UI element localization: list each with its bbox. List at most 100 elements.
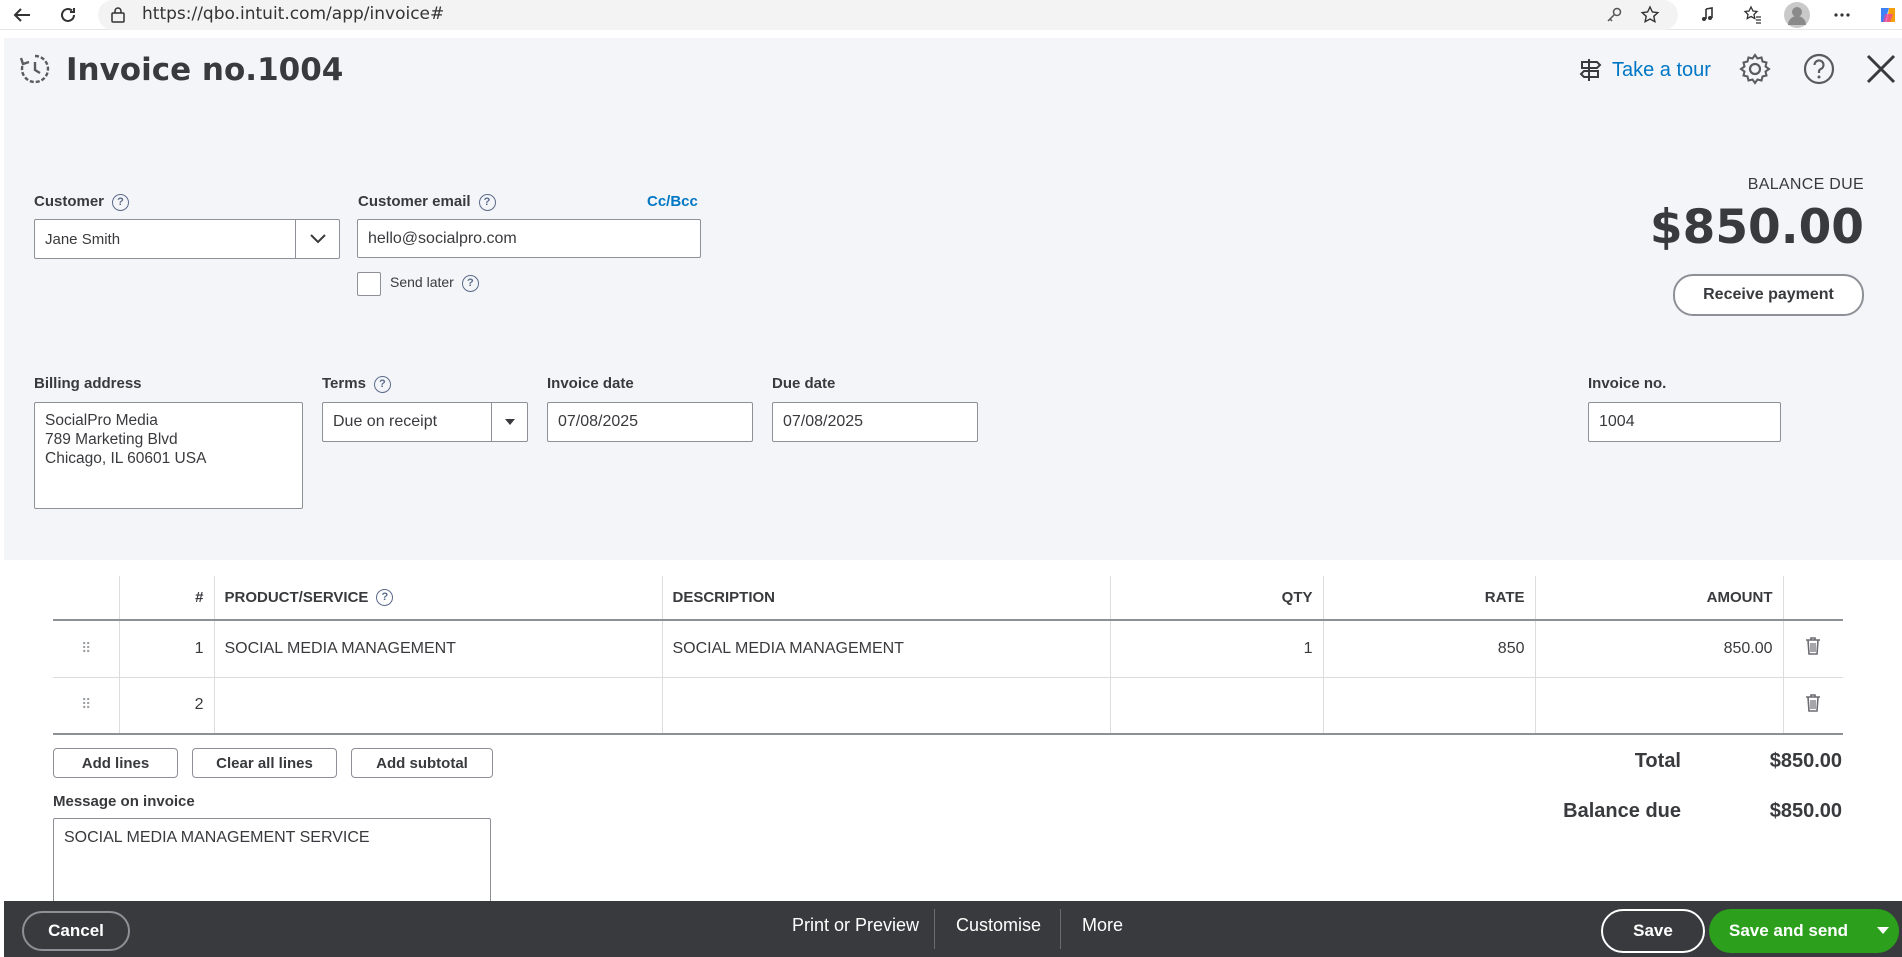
drag-handle[interactable]: ⠿ bbox=[53, 620, 120, 678]
drag-handle-icon: ⠿ bbox=[81, 696, 91, 713]
terms-label-text: Terms bbox=[322, 375, 366, 392]
customer-value: Jane Smith bbox=[45, 230, 121, 248]
description-cell[interactable]: SOCIAL MEDIA MANAGEMENT bbox=[662, 620, 1111, 678]
column-header-rate: RATE bbox=[1323, 576, 1536, 621]
delete-row-button[interactable] bbox=[1783, 620, 1843, 678]
description-cell[interactable] bbox=[662, 677, 1111, 735]
total-value: $850.00 bbox=[1769, 750, 1842, 772]
favorite-star-icon[interactable] bbox=[1638, 3, 1662, 27]
table-row[interactable]: ⠿ 2 bbox=[53, 677, 1843, 735]
total-label: Total bbox=[1634, 750, 1681, 772]
drag-handle[interactable]: ⠿ bbox=[53, 677, 120, 735]
terms-value: Due on receipt bbox=[333, 413, 438, 430]
customer-label-text: Customer bbox=[34, 193, 105, 210]
due-date-label: Due date bbox=[772, 375, 836, 392]
message-textarea[interactable]: SOCIAL MEDIA MANAGEMENT SERVICE bbox=[53, 818, 491, 908]
billing-line-3: Chicago, IL 60601 USA bbox=[45, 450, 207, 467]
qty-cell[interactable]: 1 bbox=[1110, 620, 1324, 678]
url-text: https://qbo.intuit.com/app/invoice# bbox=[142, 4, 445, 24]
terms-select[interactable]: Due on receipt bbox=[322, 402, 528, 442]
customer-label: Customer? bbox=[34, 193, 130, 211]
customer-dropdown-toggle[interactable] bbox=[295, 220, 339, 258]
balance-due-amount: $850.00 bbox=[1649, 200, 1864, 255]
settings-gear-icon[interactable] bbox=[1738, 52, 1772, 86]
add-lines-button[interactable]: Add lines bbox=[53, 748, 178, 778]
billing-line-1: SocialPro Media bbox=[45, 412, 158, 429]
cancel-button[interactable]: Cancel bbox=[22, 911, 130, 951]
qty-cell[interactable] bbox=[1110, 677, 1324, 735]
table-header-row: # PRODUCT/SERVICE? DESCRIPTION QTY RATE … bbox=[53, 576, 1843, 621]
more-button[interactable]: More bbox=[1082, 915, 1123, 936]
receive-payment-button[interactable]: Receive payment bbox=[1673, 274, 1864, 316]
customer-help-icon[interactable]: ? bbox=[112, 193, 130, 211]
save-button[interactable]: Save bbox=[1601, 909, 1705, 953]
cc-bcc-link[interactable]: Cc/Bcc bbox=[647, 193, 698, 210]
due-date-value: 07/08/2025 bbox=[783, 413, 864, 430]
take-tour-link[interactable]: Take a tour bbox=[1576, 56, 1711, 84]
key-icon[interactable] bbox=[1602, 3, 1626, 27]
customise-button[interactable]: Customise bbox=[956, 915, 1041, 936]
rate-cell[interactable]: 850 bbox=[1323, 620, 1536, 678]
customer-select[interactable]: Jane Smith bbox=[34, 219, 340, 259]
amount-cell[interactable]: 850.00 bbox=[1535, 620, 1784, 678]
refresh-icon[interactable] bbox=[56, 3, 80, 27]
save-and-send-label: Save and send bbox=[1729, 921, 1849, 940]
terms-label: Terms? bbox=[322, 375, 391, 393]
message-value: SOCIAL MEDIA MANAGEMENT SERVICE bbox=[64, 829, 370, 846]
save-options-caret-icon[interactable] bbox=[1877, 927, 1889, 934]
balance-due-label: BALANCE DUE bbox=[1747, 176, 1864, 193]
clear-all-lines-button[interactable]: Clear all lines bbox=[192, 748, 337, 778]
site-info-icon[interactable] bbox=[106, 3, 130, 27]
product-help-icon[interactable]: ? bbox=[376, 589, 394, 607]
send-later-help-icon[interactable]: ? bbox=[461, 274, 479, 292]
recent-transactions-icon[interactable] bbox=[18, 52, 52, 86]
back-arrow-icon[interactable] bbox=[10, 3, 34, 27]
collections-icon[interactable] bbox=[1740, 3, 1764, 27]
customer-email-label-text: Customer email bbox=[358, 193, 471, 210]
send-later-label: Send later? bbox=[390, 274, 479, 292]
invoice-date-input[interactable]: 07/08/2025 bbox=[547, 402, 753, 442]
product-cell[interactable] bbox=[214, 677, 663, 735]
row-number: 2 bbox=[119, 677, 215, 735]
delete-row-button[interactable] bbox=[1783, 677, 1843, 735]
media-icon[interactable] bbox=[1696, 3, 1720, 27]
terms-dropdown-toggle[interactable] bbox=[491, 403, 527, 441]
send-later-checkbox[interactable] bbox=[357, 272, 381, 296]
line-items-table: # PRODUCT/SERVICE? DESCRIPTION QTY RATE … bbox=[53, 576, 1843, 735]
add-subtotal-button[interactable]: Add subtotal bbox=[351, 748, 493, 778]
amount-cell[interactable] bbox=[1535, 677, 1784, 735]
email-help-icon[interactable]: ? bbox=[478, 193, 496, 211]
footer-divider bbox=[934, 909, 935, 949]
profile-avatar-icon[interactable] bbox=[1784, 2, 1810, 28]
customer-email-value: hello@socialpro.com bbox=[368, 229, 517, 247]
delete-column-header bbox=[1783, 576, 1843, 621]
billing-address-label: Billing address bbox=[34, 375, 142, 392]
caret-down-icon bbox=[504, 419, 515, 425]
terms-help-icon[interactable]: ? bbox=[373, 375, 391, 393]
table-row[interactable]: ⠿ 1 SOCIAL MEDIA MANAGEMENT SOCIAL MEDIA… bbox=[53, 620, 1843, 678]
help-icon[interactable] bbox=[1802, 52, 1836, 86]
save-and-send-button[interactable]: Save and send bbox=[1709, 909, 1899, 953]
invoice-date-label: Invoice date bbox=[547, 375, 634, 392]
customer-email-input[interactable]: hello@socialpro.com bbox=[357, 219, 701, 258]
more-options-icon[interactable] bbox=[1830, 3, 1854, 27]
invoice-no-label: Invoice no. bbox=[1588, 375, 1667, 392]
footer-divider bbox=[1060, 909, 1061, 949]
invoice-date-value: 07/08/2025 bbox=[558, 413, 639, 430]
billing-address-textarea[interactable]: SocialPro Media 789 Marketing Blvd Chica… bbox=[34, 402, 303, 509]
invoice-no-value: 1004 bbox=[1599, 413, 1635, 430]
copilot-icon[interactable] bbox=[1876, 3, 1900, 27]
billing-line-2: 789 Marketing Blvd bbox=[45, 431, 178, 448]
print-preview-button[interactable]: Print or Preview bbox=[792, 915, 919, 936]
take-tour-label: Take a tour bbox=[1612, 58, 1711, 81]
due-date-input[interactable]: 07/08/2025 bbox=[772, 402, 978, 442]
product-cell[interactable]: SOCIAL MEDIA MANAGEMENT bbox=[214, 620, 663, 678]
column-header-amount: AMOUNT bbox=[1535, 576, 1784, 621]
trash-icon bbox=[1806, 693, 1821, 712]
close-icon[interactable] bbox=[1864, 52, 1898, 86]
balance-due-total-label: Balance due bbox=[1563, 800, 1681, 822]
invoice-no-input[interactable]: 1004 bbox=[1588, 402, 1781, 442]
column-header-product-text: PRODUCT/SERVICE bbox=[224, 588, 369, 606]
rate-cell[interactable] bbox=[1323, 677, 1536, 735]
send-later-text: Send later bbox=[390, 274, 454, 290]
